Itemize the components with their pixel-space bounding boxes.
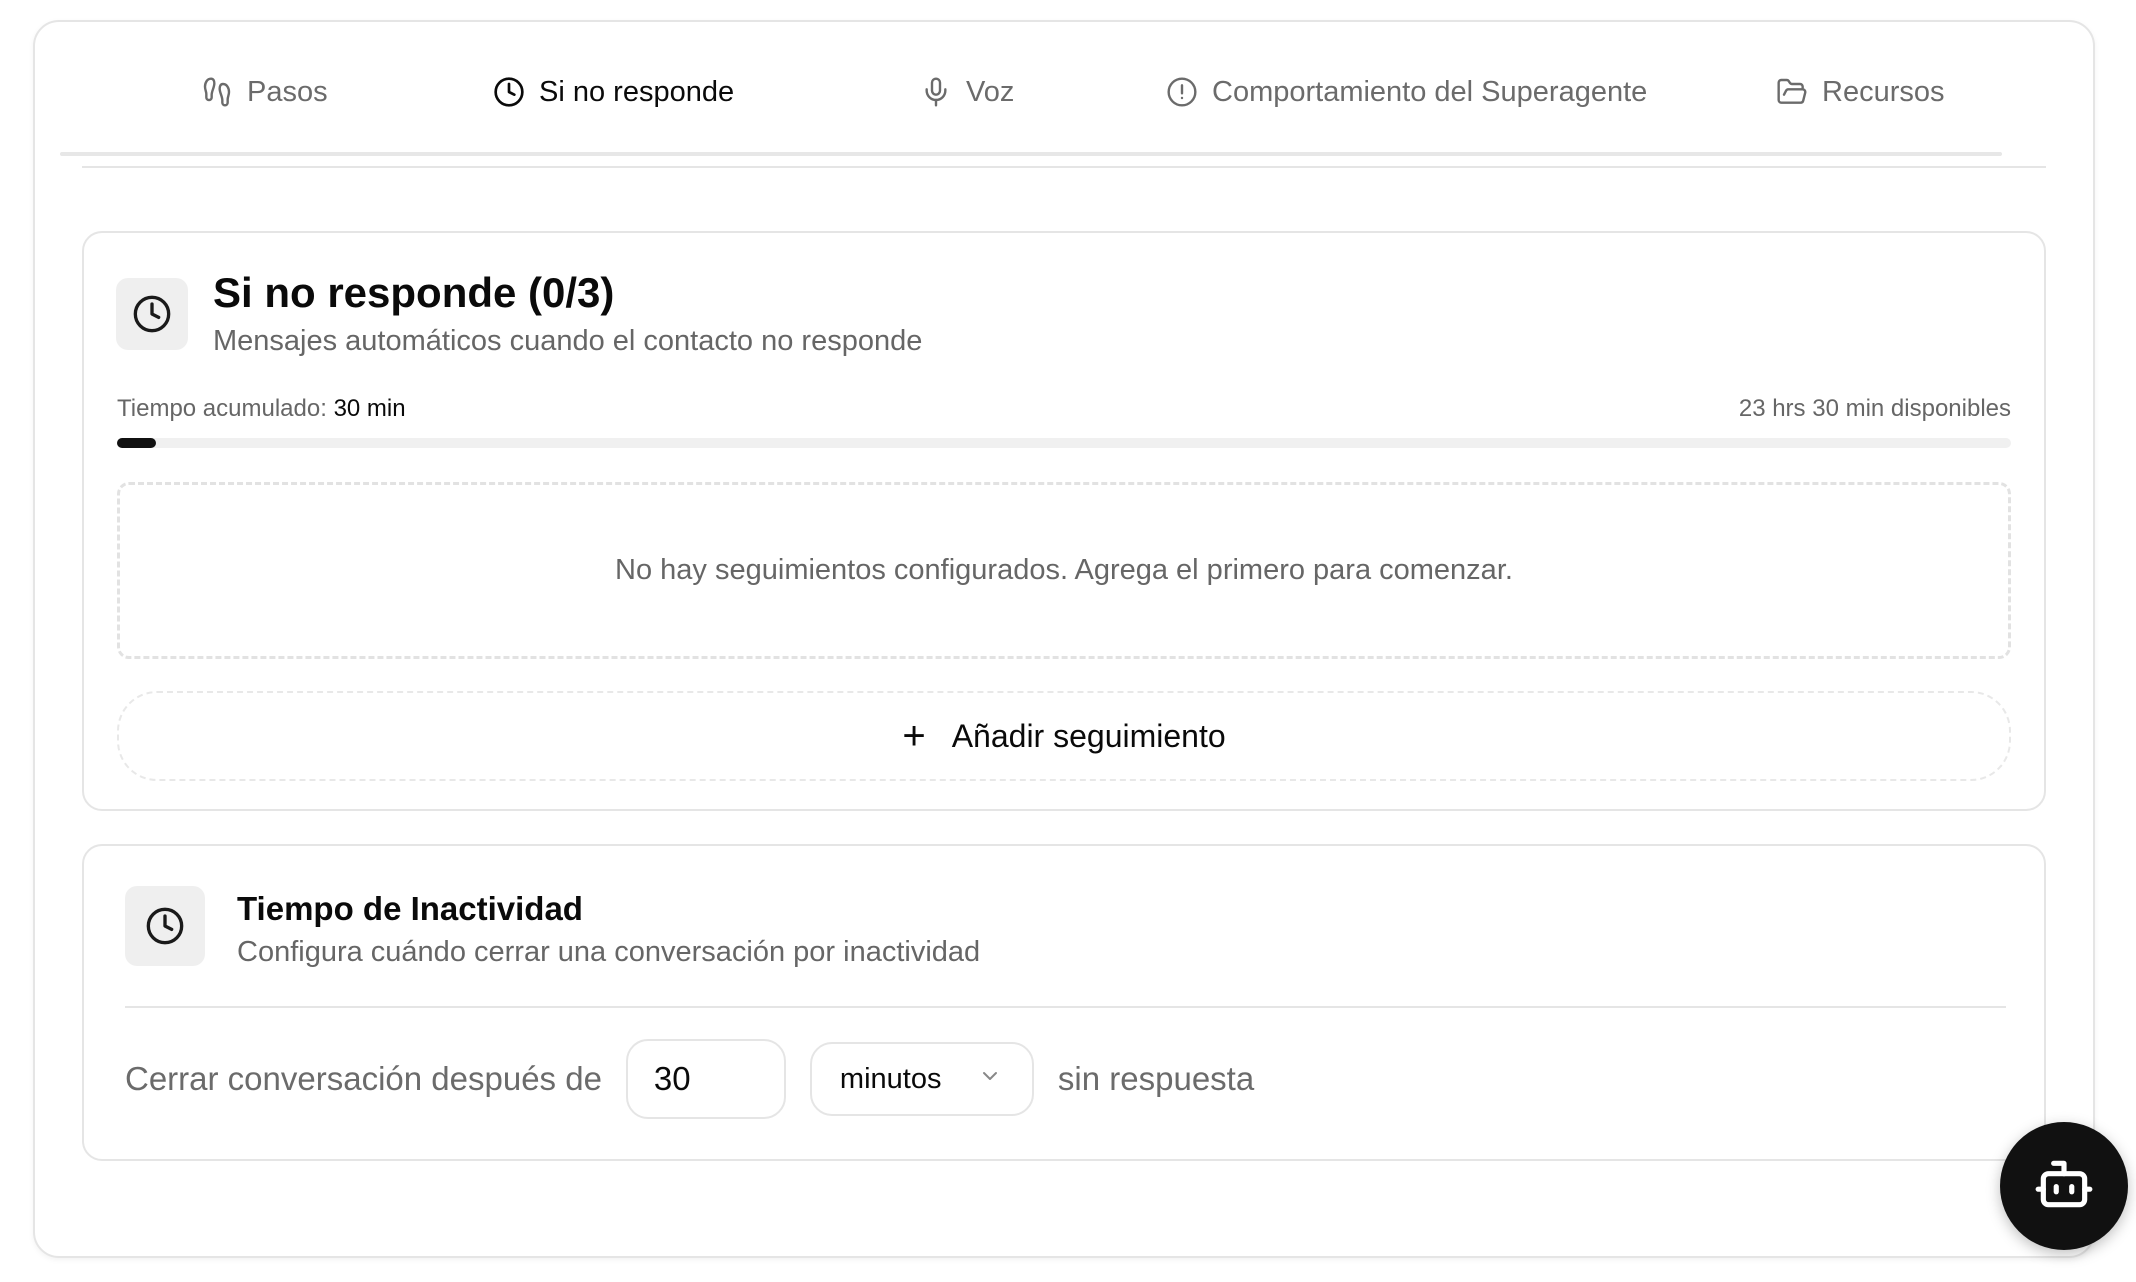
available-time: 23 hrs 30 min disponibles xyxy=(1738,395,2011,422)
empty-message-text: No hay seguimientos configurados. Agrega… xyxy=(615,554,1513,586)
tab-label: Voz xyxy=(966,75,1015,108)
empty-followups-message: No hay seguimientos configurados. Agrega… xyxy=(117,482,2011,659)
clock-icon xyxy=(116,278,188,350)
unit-selected-value: minutos xyxy=(839,1062,942,1095)
inactivity-card: Tiempo de Inactividad Configura cuándo c… xyxy=(82,844,2046,1161)
alert-circle-icon xyxy=(1166,76,1198,108)
time-progress-bar xyxy=(117,438,2011,448)
card-subtitle: Mensajes automáticos cuando el contacto … xyxy=(213,325,923,357)
tab-label: Pasos xyxy=(247,75,328,108)
tab-label: Si no responde xyxy=(539,75,735,108)
accumulated-label: Tiempo acumulado: xyxy=(117,395,327,422)
bot-icon xyxy=(2033,1153,2095,1220)
add-followup-button[interactable]: + Añadir seguimiento xyxy=(117,691,2011,781)
clock-icon xyxy=(493,76,525,108)
add-followup-label: Añadir seguimiento xyxy=(951,717,1226,754)
mic-icon xyxy=(920,76,952,108)
assistant-bot-button[interactable] xyxy=(2000,1122,2128,1250)
tabs-underline xyxy=(60,152,2002,156)
card-subtitle: Configura cuándo cerrar una conversación… xyxy=(237,936,981,968)
tab-recursos[interactable]: Recursos xyxy=(1776,40,1945,144)
inactivity-value-input[interactable] xyxy=(625,1039,786,1119)
tab-si-no-responde[interactable]: Si no responde xyxy=(493,40,734,144)
card-title: Si no responde (0/3) xyxy=(213,269,615,316)
accumulated-time: Tiempo acumulado: 30 min xyxy=(117,395,406,423)
accumulated-value: 30 min xyxy=(333,395,406,422)
inactivity-setting-row: Cerrar conversación después de minutos s… xyxy=(125,1039,1254,1119)
tab-voz[interactable]: Voz xyxy=(920,40,1014,144)
divider xyxy=(82,166,2046,168)
followups-card: Si no responde (0/3) Mensajes automático… xyxy=(82,231,2046,811)
inactivity-suffix: sin respuesta xyxy=(1057,1060,1255,1097)
card-title: Tiempo de Inactividad xyxy=(237,890,583,927)
tab-label: Comportamiento del Superagente xyxy=(1212,75,1648,108)
tab-pasos[interactable]: Pasos xyxy=(201,40,328,144)
tab-label: Recursos xyxy=(1822,75,1945,108)
page: Pasos Si no responde Voz Comportamiento … xyxy=(0,0,2136,1282)
inactivity-unit-select[interactable]: minutos xyxy=(809,1042,1034,1116)
chevron-down-icon xyxy=(978,1063,1002,1096)
tab-comportamiento[interactable]: Comportamiento del Superagente xyxy=(1166,40,1647,144)
tab-bar: Pasos Si no responde Voz Comportamiento … xyxy=(56,40,2006,156)
inactivity-prefix: Cerrar conversación después de xyxy=(125,1060,602,1097)
divider xyxy=(125,1006,2006,1008)
time-summary: Tiempo acumulado: 30 min 23 hrs 30 min d… xyxy=(117,395,2011,425)
plus-icon: + xyxy=(902,714,926,758)
time-progress-fill xyxy=(117,438,157,448)
folder-open-icon xyxy=(1776,76,1808,108)
footprints-icon xyxy=(201,76,233,108)
clock-icon xyxy=(125,886,205,966)
